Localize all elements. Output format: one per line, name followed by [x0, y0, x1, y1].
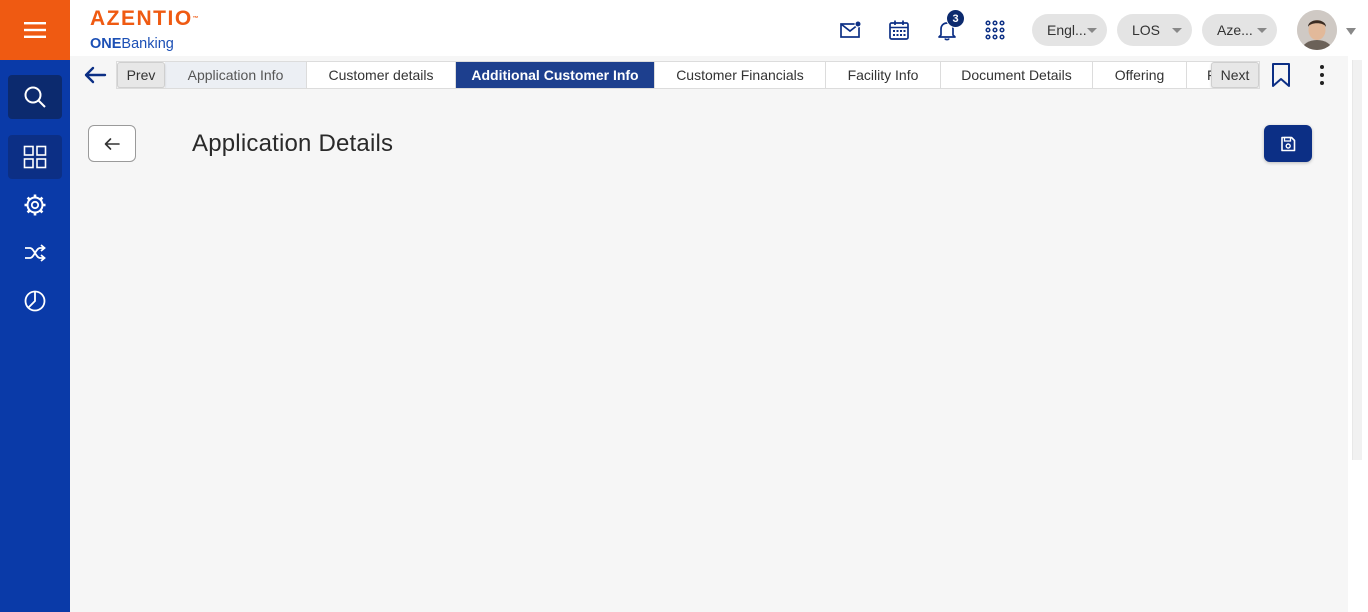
logo-product-name: ONEBanking [90, 36, 174, 52]
save-button[interactable] [1264, 125, 1312, 162]
sidebar-workflow-button[interactable] [8, 231, 62, 275]
sidebar [0, 0, 70, 612]
next-tab-button[interactable]: Next [1211, 62, 1259, 88]
more-options-button[interactable] [1312, 62, 1332, 88]
chevron-down-icon [1087, 28, 1097, 33]
kebab-dot [1320, 65, 1324, 69]
module-select-value: LOS [1132, 22, 1161, 38]
kebab-dot [1320, 73, 1324, 77]
page-back-button[interactable] [88, 125, 136, 162]
page-title: Application Details [192, 130, 394, 157]
apps-button[interactable] [983, 18, 1007, 42]
module-select[interactable]: LOS [1117, 14, 1192, 46]
tab-additional-customer-info[interactable]: Additional Customer Info [456, 62, 655, 88]
shuffle-icon [25, 244, 46, 262]
sidebar-dashboard-button[interactable] [8, 135, 62, 179]
arrow-left-icon [104, 137, 120, 150]
prev-tab-button[interactable]: Prev [117, 62, 165, 88]
user-avatar[interactable] [1297, 10, 1337, 50]
tab-customer-details[interactable]: Customer details [307, 62, 456, 88]
user-menu-chevron-icon[interactable] [1346, 28, 1356, 35]
hamburger-menu-button[interactable] [0, 0, 70, 60]
calendar-button[interactable] [887, 18, 911, 42]
chevron-down-icon [1257, 28, 1267, 33]
bookmark-icon [1272, 63, 1290, 87]
apps-grid-icon [985, 20, 1005, 40]
menu-icon [24, 22, 46, 38]
search-icon [24, 86, 46, 108]
sidebar-search-button[interactable] [8, 75, 62, 119]
wizard-tab-bar: Application Info Customer details Additi… [116, 61, 1260, 89]
notification-count-badge: 3 [946, 9, 965, 28]
calendar-icon [889, 20, 909, 40]
save-icon [1281, 136, 1296, 151]
tab-facility-info[interactable]: Facility Info [826, 62, 941, 88]
tab-document-details[interactable]: Document Details [941, 62, 1093, 88]
pie-chart-icon [24, 290, 46, 312]
sidebar-settings-button[interactable] [8, 183, 62, 227]
tab-application-info[interactable]: Application Info [165, 62, 307, 88]
logo-brand-name: AZENTIO™ [90, 7, 199, 30]
sidebar-reports-button[interactable] [8, 279, 62, 323]
chevron-down-icon [1172, 28, 1182, 33]
user-photo-icon [1297, 10, 1337, 50]
bookmark-button[interactable] [1270, 62, 1292, 88]
dashboard-icon [23, 145, 47, 169]
mail-icon [840, 20, 862, 38]
azentio-logo[interactable]: AZENTIO™ ONEBanking [90, 8, 199, 53]
kebab-dot [1320, 81, 1324, 85]
tabs-back-button[interactable] [82, 62, 108, 88]
vertical-scrollbar[interactable] [1352, 60, 1362, 460]
language-select-value: Engl... [1047, 22, 1087, 38]
entity-select[interactable]: Aze... [1202, 14, 1277, 46]
language-select[interactable]: Engl... [1032, 14, 1107, 46]
mail-button[interactable] [839, 18, 863, 42]
tab-offering[interactable]: Offering [1093, 62, 1187, 88]
arrow-left-icon [84, 66, 107, 84]
entity-select-value: Aze... [1217, 22, 1253, 38]
tab-customer-financials[interactable]: Customer Financials [655, 62, 826, 88]
gear-icon [24, 194, 46, 216]
top-header: AZENTIO™ ONEBanking 3 Engl... LOS Aze... [70, 0, 1368, 56]
